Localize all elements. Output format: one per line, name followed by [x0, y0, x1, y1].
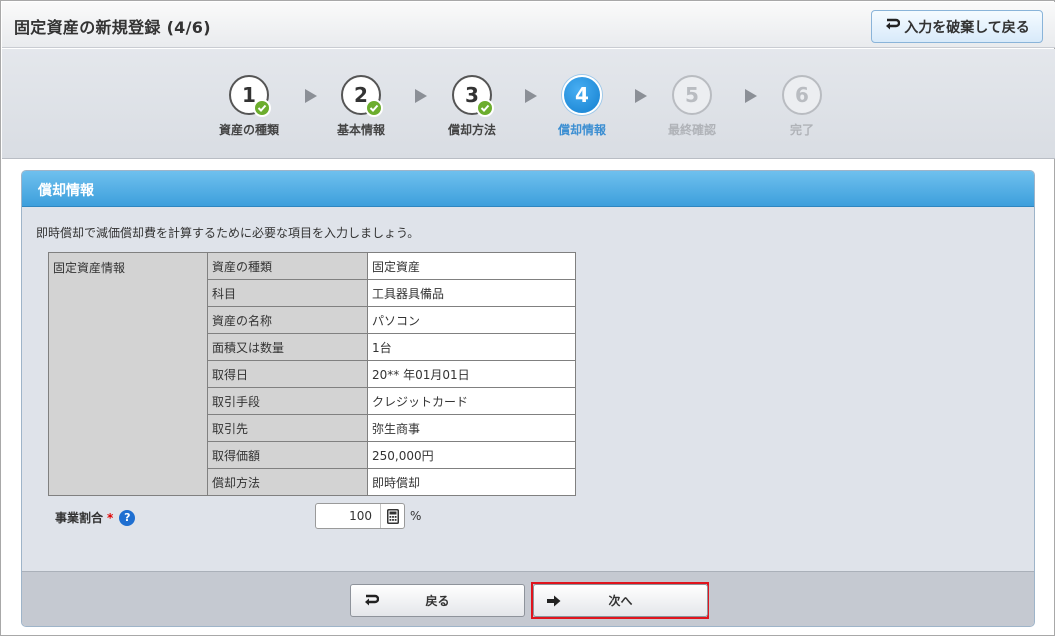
step-label: 基本情報 — [336, 123, 385, 137]
step-circle: 2 — [341, 75, 383, 117]
arrow-right-icon — [546, 594, 562, 611]
progress-stepper: 1 資産の種類 2 基本情報 3 償却方法 4 償却情報 5 最終確認 6 完了 — [2, 49, 1055, 159]
step-number: 4 — [575, 83, 589, 107]
step-circle: 4 — [562, 75, 602, 115]
next-label: 次へ — [608, 594, 633, 608]
row-key: 取引先 — [207, 414, 368, 442]
business-ratio-label-row: 事業割合 * ? — [55, 509, 136, 526]
row-key: 取得日 — [207, 360, 368, 388]
page-title: 固定資産の新規登録 (4/6) — [14, 18, 211, 37]
row-key: 取得価額 — [207, 441, 368, 469]
group-label: 固定資産情報 — [48, 252, 208, 496]
row-key: 資産の名称 — [207, 306, 368, 334]
row-value: 即時償却 — [367, 468, 576, 496]
panel-title: 償却情報 — [22, 171, 1034, 207]
step-basic-info: 2 基本情報 — [316, 75, 406, 138]
step-number: 5 — [685, 83, 699, 107]
row-value: 固定資産 — [367, 252, 576, 280]
row-key: 面積又は数量 — [207, 333, 368, 361]
back-button[interactable]: 戻る — [350, 584, 525, 617]
wizard-footer: 戻る 次へ — [22, 571, 1034, 626]
row-value: 1台 — [367, 333, 576, 361]
step-circle: 5 — [672, 75, 712, 115]
step-arrow-icon — [635, 89, 647, 103]
step-depreciation-info: 4 償却情報 — [537, 75, 627, 138]
business-ratio-field — [315, 503, 405, 529]
next-button[interactable]: 次へ — [533, 584, 708, 617]
step-circle: 1 — [229, 75, 271, 117]
row-key: 資産の種類 — [207, 252, 368, 280]
calculator-icon[interactable] — [380, 504, 404, 528]
step-depreciation-method: 3 償却方法 — [427, 75, 517, 138]
step-asset-type: 1 資産の種類 — [204, 75, 294, 138]
step-circle: 6 — [782, 75, 822, 115]
help-icon[interactable]: ? — [119, 509, 136, 526]
step-arrow-icon — [525, 89, 537, 103]
step-circle: 3 — [452, 75, 494, 117]
check-icon — [253, 99, 271, 117]
step-label: 償却情報 — [557, 123, 606, 137]
discard-label: 入力を破棄して戻る — [904, 19, 1030, 36]
row-value: 弥生商事 — [367, 414, 576, 442]
step-label: 最終確認 — [667, 123, 716, 137]
step-label: 資産の種類 — [218, 123, 279, 137]
back-label: 戻る — [425, 594, 450, 608]
step-label: 完了 — [789, 123, 814, 137]
business-ratio-input[interactable] — [316, 504, 380, 528]
row-key: 償却方法 — [207, 468, 368, 496]
percent-unit: % — [410, 509, 422, 523]
step-final-confirm: 5 最終確認 — [647, 75, 737, 138]
asset-info-table: 固定資産情報 資産の種類 固定資産 科目 工具器具備品 資産の名称 パソコン 面… — [48, 252, 576, 496]
return-icon — [884, 18, 901, 36]
row-value: パソコン — [367, 306, 576, 334]
check-icon — [476, 99, 494, 117]
row-value: 工具器具備品 — [367, 279, 576, 307]
discard-input-button[interactable]: 入力を破棄して戻る — [871, 10, 1043, 43]
business-ratio-label: 事業割合 — [55, 511, 104, 525]
step-complete: 6 完了 — [757, 75, 847, 138]
step-arrow-icon — [745, 89, 757, 103]
row-value: 250,000円 — [367, 441, 576, 469]
step-label: 償却方法 — [447, 123, 496, 137]
check-icon — [365, 99, 383, 117]
step-arrow-icon — [415, 89, 427, 103]
return-icon — [363, 594, 380, 611]
step-number: 6 — [795, 83, 809, 107]
depreciation-info-panel: 償却情報 即時償却で減価償却費を計算するために必要な項目を入力しましょう。 固定… — [21, 170, 1035, 627]
row-key: 科目 — [207, 279, 368, 307]
required-mark: * — [107, 510, 114, 525]
row-value: クレジットカード — [367, 387, 576, 415]
row-key: 取引手段 — [207, 387, 368, 415]
table-row: 固定資産情報 資産の種類 固定資産 — [48, 252, 576, 496]
app-window: 固定資産の新規登録 (4/6) 入力を破棄して戻る 1 資産の種類 2 基本情報… — [0, 0, 1055, 636]
row-value: 20** 年01月01日 — [367, 360, 576, 388]
panel-description: 即時償却で減価償却費を計算するために必要な項目を入力しましょう。 — [36, 226, 420, 240]
page-header: 固定資産の新規登録 (4/6) 入力を破棄して戻る — [2, 2, 1055, 48]
